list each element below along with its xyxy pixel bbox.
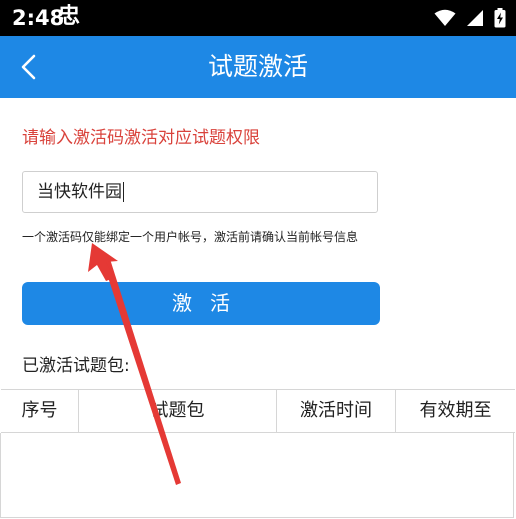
activation-code-value: 当快软件园 — [37, 182, 122, 202]
status-icons — [434, 6, 506, 30]
signal-icon — [467, 10, 483, 26]
column-header-package: 试题包 — [79, 390, 277, 432]
table-body — [0, 433, 514, 518]
notification-icon: 忠 — [58, 4, 81, 29]
status-time: 2:48 — [12, 6, 65, 30]
page-title: 试题激活 — [207, 52, 308, 81]
activated-packages-label: 已激活试题包: — [22, 356, 130, 376]
text-caret — [123, 182, 124, 202]
column-header-expiry: 有效期至 — [419, 400, 492, 421]
table-header: 序号 试题包 激活时间 有效期至 — [1, 389, 515, 433]
annotation-arrow-head — [88, 243, 118, 281]
binding-note: 一个激活码仅能绑定一个用户帐号，激活前请确认当前帐号信息 — [22, 230, 359, 244]
activate-button[interactable]: 激活 — [22, 282, 380, 325]
wifi-icon — [434, 9, 456, 26]
app-bar: 试题激活 — [0, 36, 516, 98]
activation-code-input[interactable]: 当快软件园 — [22, 171, 378, 213]
status-bar: 2:48 忠 — [0, 0, 516, 36]
column-header-activation-time: 激活时间 — [277, 390, 396, 432]
battery-charging-icon — [494, 8, 506, 28]
column-header-index: 序号 — [1, 390, 79, 432]
activation-instruction: 请输入激活码激活对应试题权限 — [22, 128, 260, 148]
